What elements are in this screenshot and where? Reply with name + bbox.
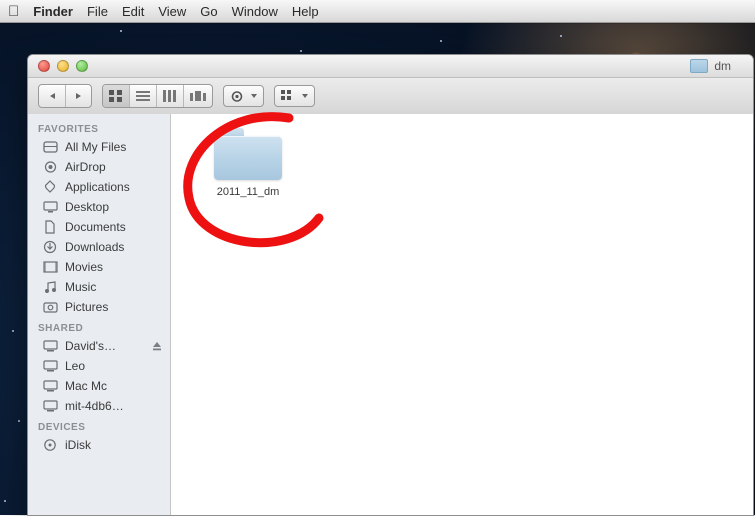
sidebar-item-label: Pictures bbox=[65, 300, 108, 314]
computer-icon bbox=[42, 379, 58, 393]
sidebar-item-pictures[interactable]: Pictures bbox=[28, 297, 170, 317]
computer-icon bbox=[42, 359, 58, 373]
arrange-icon bbox=[281, 90, 295, 102]
apple-menu[interactable]:  bbox=[8, 4, 19, 19]
sidebar-item-shared-macmc[interactable]: Mac Mc bbox=[28, 376, 170, 396]
gear-icon bbox=[230, 90, 244, 103]
menu-view[interactable]: View bbox=[158, 4, 186, 19]
back-button[interactable] bbox=[39, 85, 65, 107]
chevron-right-icon bbox=[76, 93, 81, 99]
caret-down-icon bbox=[302, 94, 308, 98]
sidebar-item-shared-davids[interactable]: David's… bbox=[28, 336, 170, 356]
sidebar-item-label: Downloads bbox=[65, 240, 124, 254]
forward-button[interactable] bbox=[65, 85, 91, 107]
grid-icon bbox=[109, 90, 123, 102]
downloads-icon bbox=[42, 240, 58, 254]
folder-icon bbox=[214, 128, 282, 180]
sidebar-item-label: Music bbox=[65, 280, 96, 294]
sidebar-header-devices: DEVICES bbox=[28, 416, 170, 435]
sidebar-item-label: Desktop bbox=[65, 200, 109, 214]
sidebar-item-airdrop[interactable]: AirDrop bbox=[28, 157, 170, 177]
window-close-button[interactable] bbox=[38, 60, 50, 72]
sidebar-item-desktop[interactable]: Desktop bbox=[28, 197, 170, 217]
folder-item-2011-11-dm[interactable]: 2011_11_dm bbox=[203, 128, 293, 198]
folder-label: 2011_11_dm bbox=[203, 186, 293, 198]
caret-down-icon bbox=[251, 94, 257, 98]
eject-icon[interactable] bbox=[152, 341, 162, 351]
list-icon bbox=[136, 90, 150, 102]
all-my-files-icon bbox=[42, 140, 58, 154]
view-switcher bbox=[102, 84, 213, 108]
sidebar-item-label: mit-4db6… bbox=[65, 399, 124, 413]
applications-icon bbox=[42, 180, 58, 194]
arrange-menu-button[interactable] bbox=[274, 85, 315, 107]
menu-file[interactable]: File bbox=[87, 4, 108, 19]
desktop-icon bbox=[42, 200, 58, 214]
sidebar-item-music[interactable]: Music bbox=[28, 277, 170, 297]
sidebar-header-favorites: FAVORITES bbox=[28, 118, 170, 137]
system-menubar:  Finder File Edit View Go Window Help bbox=[0, 0, 755, 23]
window-minimize-button[interactable] bbox=[57, 60, 69, 72]
sidebar-item-label: Documents bbox=[65, 220, 126, 234]
view-coverflow-button[interactable] bbox=[183, 85, 212, 107]
menu-edit[interactable]: Edit bbox=[122, 4, 144, 19]
finder-window: dm bbox=[27, 54, 754, 516]
sidebar-item-shared-leo[interactable]: Leo bbox=[28, 356, 170, 376]
nav-back-forward bbox=[38, 84, 92, 108]
sidebar-item-label: iDisk bbox=[65, 438, 91, 452]
view-icon-button[interactable] bbox=[103, 85, 129, 107]
sidebar-item-label: Mac Mc bbox=[65, 379, 107, 393]
computer-icon bbox=[42, 399, 58, 413]
airdrop-icon bbox=[42, 160, 58, 174]
music-icon bbox=[42, 280, 58, 294]
view-list-button[interactable] bbox=[129, 85, 156, 107]
menu-help[interactable]: Help bbox=[292, 4, 319, 19]
finder-sidebar: FAVORITES All My Files AirDrop Applicati… bbox=[28, 114, 171, 515]
sidebar-item-documents[interactable]: Documents bbox=[28, 217, 170, 237]
sidebar-item-label: David's… bbox=[65, 339, 116, 353]
window-titlebar[interactable]: dm bbox=[28, 55, 753, 78]
coverflow-icon bbox=[190, 90, 206, 102]
menu-go[interactable]: Go bbox=[200, 4, 217, 19]
idisk-icon bbox=[42, 438, 58, 452]
columns-icon bbox=[163, 90, 177, 102]
menu-window[interactable]: Window bbox=[232, 4, 278, 19]
sidebar-item-label: Leo bbox=[65, 359, 85, 373]
sidebar-item-label: All My Files bbox=[65, 140, 126, 154]
sidebar-item-label: Movies bbox=[65, 260, 103, 274]
window-title: dm bbox=[714, 59, 731, 73]
sidebar-header-shared: SHARED bbox=[28, 317, 170, 336]
finder-toolbar bbox=[28, 78, 753, 115]
sidebar-item-label: AirDrop bbox=[65, 160, 106, 174]
chevron-left-icon bbox=[50, 93, 55, 99]
sidebar-item-idisk[interactable]: iDisk bbox=[28, 435, 170, 455]
movies-icon bbox=[42, 260, 58, 274]
action-menu-button[interactable] bbox=[223, 85, 264, 107]
sidebar-item-downloads[interactable]: Downloads bbox=[28, 237, 170, 257]
finder-content-area[interactable]: 2011_11_dm bbox=[171, 114, 753, 515]
computer-icon bbox=[42, 339, 58, 353]
app-menu-finder[interactable]: Finder bbox=[33, 4, 73, 19]
sidebar-item-all-my-files[interactable]: All My Files bbox=[28, 137, 170, 157]
title-proxy: dm bbox=[690, 59, 739, 73]
view-columns-button[interactable] bbox=[156, 85, 183, 107]
documents-icon bbox=[42, 220, 58, 234]
sidebar-item-shared-mit[interactable]: mit-4db6… bbox=[28, 396, 170, 416]
pictures-icon bbox=[42, 300, 58, 314]
sidebar-item-label: Applications bbox=[65, 180, 130, 194]
folder-icon bbox=[690, 59, 708, 73]
window-zoom-button[interactable] bbox=[76, 60, 88, 72]
sidebar-item-applications[interactable]: Applications bbox=[28, 177, 170, 197]
sidebar-item-movies[interactable]: Movies bbox=[28, 257, 170, 277]
